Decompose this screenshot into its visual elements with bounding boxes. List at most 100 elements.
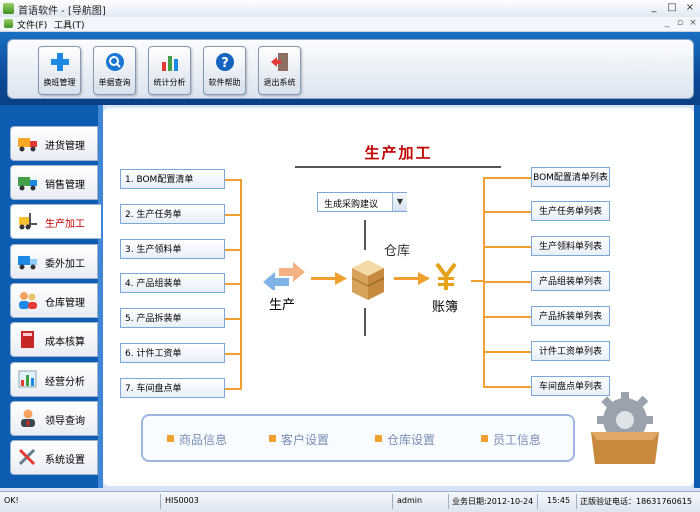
menu-file[interactable]: 文件(F) (17, 18, 47, 31)
toolbar-button-label: 软件帮助 (208, 78, 241, 87)
status-time: 15:45 (547, 496, 571, 505)
tools-icon (18, 448, 36, 466)
piece-wage-list-button[interactable]: 计件工资单列表 (531, 341, 610, 361)
toolbar-button-label: 换班管理 (43, 78, 76, 87)
people-icon (19, 292, 37, 309)
connector-line (471, 280, 485, 282)
bullet-icon (269, 435, 276, 442)
mdi-minimize-button[interactable]: _ (662, 18, 672, 29)
sidebar-item-label: 系统设置 (45, 455, 85, 466)
bom-config-button[interactable]: 1. BOM配置清单 (120, 169, 225, 189)
mdi-close-button[interactable]: × (688, 18, 698, 29)
workshop-inventory-button[interactable]: 7. 车间盘点单 (120, 378, 225, 398)
connector-line (225, 353, 241, 355)
piece-wage-button[interactable]: 6. 计件工资单 (120, 343, 225, 363)
toolbar-button-label: 统计分析 (153, 78, 186, 87)
divider (448, 494, 449, 509)
sidebar-item-analysis[interactable]: 经营分析 (10, 362, 98, 397)
window-title: 首语软件 - [导航图] (18, 6, 106, 17)
menu-tools[interactable]: 工具(T) (54, 18, 85, 31)
minimize-button[interactable]: _ (646, 2, 662, 14)
connector-trunk (240, 179, 242, 390)
bidirectional-arrow-icon (263, 262, 305, 290)
chevron-down-icon[interactable]: ▼ (392, 193, 407, 211)
toolbar: ☆ ☆ ☆ 换班管理 单据查询 统计分析 ? 软件帮助 退出系统 (0, 32, 700, 105)
mdi-restore-button[interactable]: ▫ (675, 18, 685, 29)
connector-line (225, 283, 241, 285)
sidebar-item-settings[interactable]: 系统设置 (10, 440, 98, 475)
title-underline (295, 166, 501, 168)
mdi-icon (4, 19, 13, 28)
maximize-button[interactable]: □ (664, 2, 680, 14)
sidebar-item-label: 进货管理 (45, 141, 85, 152)
connector-line (225, 388, 241, 390)
employee-info-link[interactable]: 员工信息 (493, 431, 541, 448)
bar-chart-icon (162, 56, 178, 71)
material-requisition-button[interactable]: 3. 生产领料单 (120, 239, 225, 259)
material-requisition-list-button[interactable]: 生产领料单列表 (531, 236, 610, 256)
sidebar-item-cost[interactable]: 成本核算 (10, 322, 98, 357)
yen-icon (435, 262, 457, 290)
truck-blue-icon (18, 256, 37, 270)
document-query-button[interactable]: 单据查询 (93, 46, 136, 95)
title-bar: 首语软件 - [导航图] _ □ × (0, 0, 700, 18)
warehouse-settings-link[interactable]: 仓库设置 (387, 431, 435, 448)
magnifier-icon (106, 53, 124, 71)
connector-line (364, 308, 366, 336)
status-message: OK! (4, 496, 19, 505)
warehouse-label: 仓库 (384, 244, 411, 259)
connector-line (225, 214, 241, 216)
help-icon: ? (216, 53, 234, 71)
shift-management-button[interactable]: 换班管理 (38, 46, 81, 95)
quick-links-panel: 商品信息 客户设置 仓库设置 员工信息 (141, 414, 575, 462)
connector-line (483, 386, 531, 388)
production-task-list-button[interactable]: 生产任务单列表 (531, 201, 610, 221)
delivery-truck-icon (18, 177, 37, 191)
connector-line (483, 316, 531, 318)
sidebar-item-leader-query[interactable]: 领导查询 (10, 401, 98, 436)
sidebar-item-outsourcing[interactable]: 委外加工 (10, 244, 98, 279)
divider (576, 494, 577, 509)
sidebar-item-production[interactable]: 生产加工 (10, 204, 101, 239)
customer-settings-link[interactable]: 客户设置 (281, 431, 329, 448)
status-code: HIS0003 (165, 496, 199, 505)
connector-line (225, 179, 241, 181)
connector-line (483, 177, 531, 179)
connector-line (225, 249, 241, 251)
status-business-date: 业务日期:2012-10-24 (452, 497, 534, 506)
toolbar-button-label: 退出系统 (263, 78, 296, 87)
disassembly-order-button[interactable]: 5. 产品拆装单 (120, 308, 225, 328)
sidebar-item-sales[interactable]: 销售管理 (10, 165, 98, 200)
statistics-button[interactable]: 统计分析 (148, 46, 191, 95)
page-title: 生产加工 (364, 144, 433, 162)
bullet-icon (375, 435, 382, 442)
star-decoration: ☆ (608, 48, 623, 67)
connector-line (364, 220, 366, 250)
sidebar-item-label: 领导查询 (45, 416, 85, 427)
production-task-button[interactable]: 2. 生产任务单 (120, 204, 225, 224)
menu-bar: 文件(F) 工具(T) _ ▫ × (0, 17, 700, 32)
divider (160, 494, 161, 509)
bom-config-list-button[interactable]: BOM配置清单列表 (531, 167, 610, 187)
assembly-order-button[interactable]: 4. 产品组装单 (120, 273, 225, 293)
sidebar-item-warehouse[interactable]: 仓库管理 (10, 283, 98, 318)
assembly-order-list-button[interactable]: 产品组装单列表 (531, 271, 610, 291)
status-license: 正版验证电话：18631760615 (580, 497, 692, 506)
disassembly-order-list-button[interactable]: 产品拆装单列表 (531, 306, 610, 326)
help-button[interactable]: ? 软件帮助 (203, 46, 246, 95)
sidebar-item-purchase[interactable]: 进货管理 (10, 126, 98, 161)
truck-icon (18, 138, 37, 152)
close-button[interactable]: × (682, 2, 698, 14)
exit-button[interactable]: 退出系统 (258, 46, 301, 95)
sidebar-item-label: 仓库管理 (45, 298, 85, 309)
connector-line (483, 281, 531, 283)
connector-line (483, 351, 531, 353)
navigation-map: 生产加工 1. BOM配置清单 2. 生产任务单 3. 生产领料单 4. 产品组… (103, 108, 694, 486)
star-decoration: ☆ (633, 62, 648, 81)
book-icon (21, 331, 34, 348)
sidebar-item-label: 成本核算 (45, 337, 85, 348)
product-info-link[interactable]: 商品信息 (179, 431, 227, 448)
purchase-suggestion-dropdown[interactable]: 生成采购建议 ▼ (317, 192, 407, 212)
toolbar-button-label: 单据查询 (98, 78, 131, 87)
chart-icon (18, 370, 37, 388)
